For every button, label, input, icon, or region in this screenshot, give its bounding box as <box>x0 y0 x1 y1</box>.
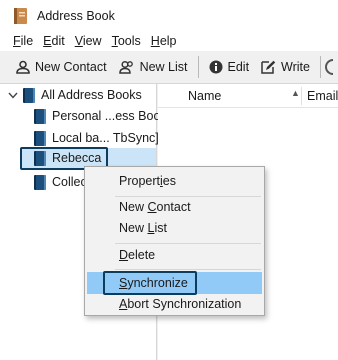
address-book-icon <box>34 174 46 190</box>
column-header-email[interactable]: Email <box>307 89 338 103</box>
title-bar: Address Book <box>0 0 338 31</box>
menu-separator <box>115 269 261 270</box>
address-book-icon <box>34 108 46 124</box>
write-button[interactable]: Write <box>261 60 310 74</box>
menu-item-delete[interactable]: Delete <box>87 244 262 266</box>
new-contact-button[interactable]: New Contact <box>16 60 107 74</box>
pencil-icon <box>261 60 276 74</box>
toolbar-separator <box>319 56 321 78</box>
tree-item-label: Local ba... TbSync] <box>52 131 159 145</box>
list-header: Name ▲ Email <box>158 84 338 108</box>
menu-tools[interactable]: Tools <box>112 34 141 48</box>
chevron-down-icon[interactable] <box>8 90 18 100</box>
toolbar-separator <box>197 56 199 78</box>
address-book-icon <box>34 130 46 146</box>
menu-view[interactable]: View <box>75 34 102 48</box>
menu-help[interactable]: Help <box>151 34 177 48</box>
menu-file[interactable]: File <box>13 34 33 48</box>
menu-bar: File Edit View Tools Help <box>0 31 338 51</box>
tree-item-all-address-books[interactable]: All Address Books <box>8 84 142 106</box>
address-book-app-icon <box>14 7 27 24</box>
menu-edit[interactable]: Edit <box>43 34 65 48</box>
menu-item-properties[interactable]: Properties <box>87 170 262 192</box>
menu-item-abort-synchronization[interactable]: Abort Synchronization <box>87 293 262 315</box>
synchronize-highlight-box <box>103 271 197 295</box>
new-list-button[interactable]: New List <box>118 60 188 74</box>
tree-item-personal[interactable]: Personal ...ess Book <box>34 105 167 127</box>
info-icon <box>209 60 222 74</box>
column-divider[interactable] <box>301 87 302 105</box>
tree-item-local-backup[interactable]: Local ba... TbSync] <box>34 127 159 149</box>
new-contact-icon <box>16 60 30 74</box>
column-header-name[interactable]: Name <box>188 89 221 103</box>
address-book-icon <box>23 87 35 103</box>
tree-item-label: All Address Books <box>41 88 142 102</box>
context-menu: Properties New Contact New List Delete S… <box>84 166 265 316</box>
window-title: Address Book <box>37 8 115 23</box>
new-list-icon <box>118 60 133 74</box>
tree-item-label: Collec <box>52 175 87 189</box>
sort-ascending-icon: ▲ <box>291 88 300 98</box>
tree-item-label: Personal ...ess Book <box>52 109 167 123</box>
toolbar: New Contact New List Edit Write <box>0 51 338 84</box>
toolbar-overflow-icon[interactable] <box>324 59 333 75</box>
menu-item-new-list[interactable]: New List <box>87 217 262 239</box>
menu-item-new-contact[interactable]: New Contact <box>87 196 262 218</box>
tree-item-collected[interactable]: Collec <box>34 171 87 193</box>
edit-button[interactable]: Edit <box>209 60 249 74</box>
